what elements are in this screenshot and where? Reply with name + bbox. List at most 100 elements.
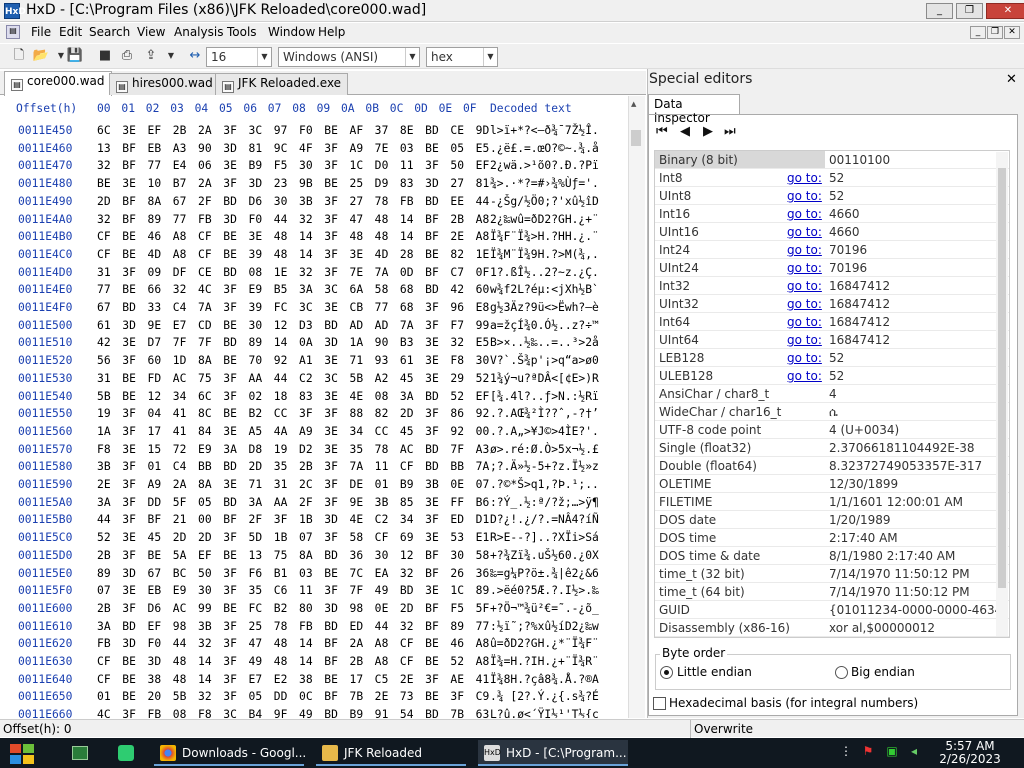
hex-row[interactable]: 0011E620 FB 3D F0 44 32 3F 47 48 14 BF 2A… <box>0 637 640 655</box>
hex-row[interactable]: 0011E5C0 52 3E 45 2D 2D 3F 5D 1B 07 3F 58… <box>0 531 640 549</box>
data-inspector-table[interactable]: Binary (8 bit) 00110100 Int8 go to: 52 UInt8 g… <box>654 150 1010 638</box>
inspector-value[interactable]: {01011234-0000-0000-4634- <box>829 603 1007 617</box>
hex-row[interactable]: 0011E520 56 3F 60 1D 8A BE 70 92 A1 3E 71… <box>0 354 640 372</box>
minimize-button[interactable]: _ <box>926 3 953 19</box>
row-decoded-text[interactable]: L?û.ø<´ŸI½¹'T½{c <box>490 708 599 718</box>
inspector-row[interactable]: Single (float32) 2.37066181104492E-38 <box>655 439 1009 457</box>
document-icon[interactable]: ▤ <box>6 25 20 39</box>
export-dropdown-icon[interactable]: ▼ <box>162 48 180 64</box>
row-decoded-text[interactable]: [¾.4l?..ƒ>N.:½Rï <box>490 390 599 403</box>
offset-base-select[interactable]: hex ▼ <box>426 47 498 67</box>
menu-file[interactable]: File <box>31 25 51 39</box>
row-decoded-text[interactable]: D?¿!.¿/?.=NÂ4?íÑ <box>490 513 599 526</box>
inspector-value[interactable]: 16847412 <box>829 297 890 311</box>
row-bytes[interactable]: 2B 3F D6 AC 99 BE FC B2 80 3D 98 0E 2D B… <box>97 602 489 615</box>
hex-row[interactable]: 0011E4F0 67 BD 33 C4 7A 3F 39 FC 3C 3E CB… <box>0 301 640 319</box>
row-bytes[interactable]: 31 3F 09 DF CE BD 08 1E 32 3F 7E 7A 0D B… <box>97 266 489 279</box>
inspector-row[interactable]: ULEB128 go to: 52 <box>655 367 1009 385</box>
row-bytes[interactable]: 1A 3F 17 41 84 3E A5 4A A9 3E 34 CC 45 3… <box>97 425 489 438</box>
last-icon[interactable]: ⏭ <box>724 124 736 139</box>
tab-hires000-wad[interactable]: ▤ hires000.wad <box>109 73 220 95</box>
big-endian-radio[interactable] <box>835 666 848 679</box>
row-decoded-text[interactable]: .?©*Š>q1,?Þ.¹;.. <box>490 478 599 491</box>
hex-row[interactable]: 0011E4E0 77 BE 66 32 4C 3F E9 B5 3A 3C 6A… <box>0 283 640 301</box>
row-decoded-text[interactable]: a=žçÍ¾0.Ó½..z?÷™ <box>490 319 599 332</box>
row-bytes[interactable]: 01 BE 20 5B 32 3F 05 DD 0C BF 7B 2E 73 B… <box>97 690 489 703</box>
hex-row[interactable]: 0011E450 6C 3E EF 2B 2A 3F 3C 97 F0 BE AF… <box>0 124 640 142</box>
save-icon[interactable]: 💾 <box>66 48 84 64</box>
row-bytes[interactable]: 13 BF EB A3 90 3D 81 9C 4F 3F A9 7E 03 B… <box>97 142 489 155</box>
goto-link[interactable]: go to: <box>787 369 822 383</box>
row-decoded-text[interactable]: 2¿‰wû=ðD2?GH.¿+¨ <box>490 213 599 226</box>
inspector-row[interactable]: UInt32 go to: 16847412 <box>655 295 1009 313</box>
little-endian-label[interactable]: Little endian <box>677 665 752 679</box>
hex-row[interactable]: 0011E4A0 32 BF 89 77 FB 3D F0 44 32 3F 47… <box>0 213 640 231</box>
row-bytes[interactable]: CF BE 4D A8 CF BE 39 48 14 3F 3E 4D 28 B… <box>97 248 489 261</box>
tab-core000-wad[interactable]: ▤ core000.wad <box>4 71 112 96</box>
row-decoded-text[interactable]: Ï¾M¨Ï¾9H.?>M(¾‚. <box>490 248 599 261</box>
row-decoded-text[interactable]: -¿Šg/½Ö0;?'xû½îD <box>490 195 599 208</box>
taskbar-hxd[interactable]: HxD HxD - [C:\Program... <box>478 740 628 766</box>
overflow-dots-icon[interactable]: ⋮ <box>838 744 854 760</box>
row-bytes[interactable]: 61 3D 9E E7 CD BE 30 12 D3 BD AD AD 7A 3… <box>97 319 489 332</box>
taskbar-jfk-reloaded[interactable]: JFK Reloaded <box>316 740 466 766</box>
inspector-value[interactable]: 4660 <box>829 207 860 221</box>
print-icon[interactable]: ⎙ <box>118 48 136 64</box>
big-endian-label[interactable]: Big endian <box>851 665 915 679</box>
row-bytes[interactable]: 89 3D 67 BC 50 3F F6 B1 03 BE 7C EA 32 B… <box>97 567 489 580</box>
row-decoded-text[interactable]: +?Ö¬™¾ü²€=˜.-¿õ_ <box>490 602 599 615</box>
row-decoded-text[interactable]: +?¾Zï¾.uŠ½60.¿0X <box>490 549 599 562</box>
row-bytes[interactable]: 2B 3F BE 5A EF BE 13 75 8A BD 36 30 12 B… <box>97 549 489 562</box>
goto-link[interactable]: go to: <box>787 333 822 347</box>
hex-row[interactable]: 0011E5D0 2B 3F BE 5A EF BE 13 75 8A BD 36… <box>0 549 640 567</box>
row-bytes[interactable]: 77 BE 66 32 4C 3F E9 B5 3A 3C 6A 58 68 B… <box>97 283 489 296</box>
chevron-down-icon[interactable]: ▼ <box>257 48 271 66</box>
hex-row[interactable]: 0011E4B0 CF BE 46 A8 CF BE 3E 48 14 3F 48… <box>0 230 640 248</box>
inspector-value[interactable]: 70196 <box>829 243 867 257</box>
inspector-value[interactable]: 16847412 <box>829 315 890 329</box>
hex-row[interactable]: 0011E630 CF BE 3D 48 14 3F 49 48 14 BF 2B… <box>0 655 640 673</box>
inspector-row[interactable]: LEB128 go to: 52 <box>655 349 1009 367</box>
row-bytes[interactable]: 07 3E EB E9 30 3F 35 C6 11 3F 7F 49 BD 3… <box>97 584 489 597</box>
row-decoded-text[interactable]: V?`.Š¾p'¡>q“a>ø0 <box>490 354 599 367</box>
row-bytes[interactable]: 2D BF 8A 67 2F BD D6 30 3B 3F 27 78 FB B… <box>97 195 489 208</box>
inspector-value[interactable]: 00110100 <box>829 153 890 167</box>
inspector-value[interactable]: 16847412 <box>829 279 890 293</box>
close-file-icon[interactable]: ■ <box>96 48 114 64</box>
inspector-value[interactable]: 4 <box>829 387 837 401</box>
row-bytes[interactable]: 2E 3F A9 2A 8A 3E 71 31 2C 3F DE 01 B9 3… <box>97 478 489 491</box>
little-endian-radio[interactable] <box>660 666 673 679</box>
taskbar-clock[interactable]: 5:57 AM 2/26/2023 <box>930 740 1010 766</box>
previous-icon[interactable]: ◀ <box>680 124 690 139</box>
row-decoded-text[interactable]: ‰=g¼P?ö±.¾|ê2¿&6 <box>490 567 599 580</box>
inspector-row[interactable]: UInt8 go to: 52 <box>655 187 1009 205</box>
inspector-row[interactable]: time_t (64 bit) 7/14/1970 11:50:12 PM <box>655 583 1009 601</box>
row-bytes[interactable]: 32 BF 77 E4 06 3E B9 F5 30 3F 1C D0 11 3… <box>97 159 489 172</box>
row-bytes[interactable]: 3A 3F DD 5F 05 BD 3A AA 2F 3F 9E 3B 85 3… <box>97 496 489 509</box>
inspector-row[interactable]: Int8 go to: 52 <box>655 169 1009 187</box>
row-decoded-text[interactable]: Ï¾F¨Ï¾>H.?HH.¿.¨ <box>490 230 599 243</box>
row-decoded-text[interactable]: û=ðD2?GH.¿*¨Ï¾F¨ <box>490 637 599 650</box>
row-decoded-text[interactable]: .?.AŒ¾²Ì??ˆ‚-?†’ <box>490 407 599 420</box>
row-bytes[interactable]: 5B BE 12 34 6C 3F 02 18 83 3E 4E 08 3A B… <box>97 390 489 403</box>
row-decoded-text[interactable]: 1?.ßÎ½..2?~z.¿Ç. <box>490 266 599 279</box>
hex-row[interactable]: 0011E540 5B BE 12 34 6C 3F 02 18 83 3E 4E… <box>0 390 640 408</box>
hex-basis-checkbox[interactable] <box>653 697 666 710</box>
row-decoded-text[interactable]: 2¿wä.>¹õ0?.Ð.?Pï <box>490 159 599 172</box>
network-icon[interactable]: ▣ <box>884 744 900 760</box>
row-bytes[interactable]: 31 BE FD AC 75 3F AA 44 C2 3C 5B A2 45 3… <box>97 372 489 385</box>
hex-row[interactable]: 0011E4D0 31 3F 09 DF CE BD 08 1E 32 3F 7E… <box>0 266 640 284</box>
hex-row[interactable]: 0011E480 BE 3E 10 B7 2A 3F 3D 23 9B BE 25… <box>0 177 640 195</box>
spotify-icon[interactable] <box>118 745 134 761</box>
row-bytes[interactable]: 19 3F 04 41 8C BE B2 CC 3F 3F 88 82 2D 3… <box>97 407 489 420</box>
inspector-row[interactable]: UInt16 go to: 4660 <box>655 223 1009 241</box>
inspector-value[interactable]: 2.37066181104492E-38 <box>829 441 975 455</box>
hex-row[interactable]: 0011E590 2E 3F A9 2A 8A 3E 71 31 2C 3F DE… <box>0 478 640 496</box>
goto-link[interactable]: go to: <box>787 279 822 293</box>
mdi-restore-icon[interactable]: ❐ <box>987 26 1003 39</box>
scroll-up-icon[interactable]: ▲ <box>631 100 636 108</box>
hex-row[interactable]: 0011E5E0 89 3D 67 BC 50 3F F6 B1 03 BE 7C… <box>0 567 640 585</box>
close-button[interactable]: ✕ <box>986 3 1024 19</box>
row-bytes[interactable]: CF BE 38 48 14 3F E7 E2 38 BE 17 C5 2E 3… <box>97 673 489 686</box>
inspector-row[interactable]: Int16 go to: 4660 <box>655 205 1009 223</box>
